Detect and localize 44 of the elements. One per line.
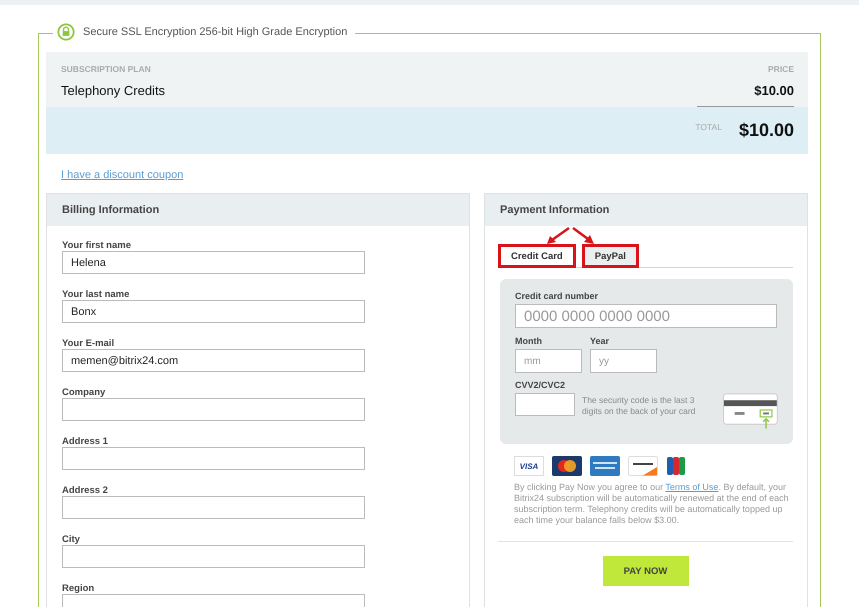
price-value: $10.00 <box>754 83 794 98</box>
cvv-hint: The security code is the last 3 digits on the back of your card <box>582 395 696 417</box>
input-field[interactable] <box>62 398 365 421</box>
input-field[interactable]: Bonx <box>62 300 365 323</box>
cvv-field[interactable] <box>515 393 575 416</box>
field-label: Your first name <box>62 240 132 251</box>
input-field[interactable] <box>62 447 365 470</box>
field-label: Month <box>515 336 543 346</box>
amex-logo <box>590 456 620 476</box>
panel-title: Payment Information <box>500 204 610 216</box>
security-banner-text: Secure SSL Encryption 256-bit High Grade Encryption <box>83 26 348 38</box>
visa-logo: VISA <box>514 456 544 476</box>
plan-name: Telephony Credits <box>61 83 166 98</box>
field-label: Region <box>62 583 96 594</box>
terms-text: By clicking Pay Now you agree to our Terms of Use. By default, your Bitrix24 subscription will be automatically renewed at the end of each subscription term. Telephony credits will be automatically topped up each time your balance falls below $3.00. <box>514 482 790 526</box>
month-field[interactable]: mm <box>515 349 582 373</box>
field-label: City <box>62 534 81 545</box>
input-field[interactable]: Helena <box>62 251 365 274</box>
field-label: Address 2 <box>62 485 109 496</box>
jcb-logo <box>666 456 686 476</box>
mastercard-logo <box>552 456 582 476</box>
field-label: Your last name <box>62 289 130 300</box>
payment-tab[interactable]: Credit Card <box>498 244 576 268</box>
field-label: Address 1 <box>62 436 109 447</box>
year-field[interactable]: yy <box>590 349 657 373</box>
input-field[interactable] <box>62 496 365 519</box>
field-label: CVV2/CVC2 <box>515 380 566 390</box>
panel-title: Billing Information <box>62 204 160 216</box>
plan-heading: SUBSCRIPTION PLAN <box>61 64 152 74</box>
discover-logo <box>628 456 658 476</box>
card-number-field[interactable]: 0000 0000 0000 0000 <box>515 304 777 328</box>
total-heading: TOTAL <box>695 122 722 132</box>
pay-now-button[interactable]: PAY NOW <box>602 556 688 586</box>
total-value: $10.00 <box>738 120 794 141</box>
field-label: Company <box>62 387 106 398</box>
input-field[interactable]: memen@bitrix24.com <box>62 349 365 372</box>
field-label: Credit card number <box>515 291 600 301</box>
field-label: Year <box>590 336 610 346</box>
input-field[interactable] <box>62 545 365 568</box>
card-back-icon <box>723 393 778 429</box>
price-heading: PRICE <box>768 64 794 74</box>
field-label: Your E-mail <box>62 338 116 349</box>
payment-tab[interactable]: PayPal <box>582 244 639 268</box>
lock-icon <box>57 23 75 41</box>
